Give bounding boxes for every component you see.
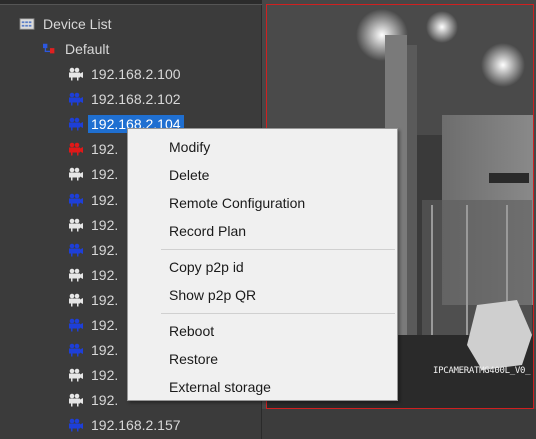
device-item[interactable]: 192. xyxy=(66,213,121,237)
device-ip-label: 192. xyxy=(91,266,119,283)
menu-item-show-p2p-qr[interactable]: Show p2p QR xyxy=(130,282,395,308)
menu-item-external-storage[interactable]: External storage xyxy=(130,374,395,400)
menu-separator xyxy=(161,249,395,250)
device-item[interactable]: 192. xyxy=(66,313,121,337)
video-osd-text: IPCAMERATMG400L_V0_ xyxy=(433,366,531,376)
menu-item-remote-configuration[interactable]: Remote Configuration xyxy=(130,190,395,216)
camera-icon xyxy=(69,168,83,181)
device-item[interactable]: 192. xyxy=(66,338,121,362)
video-bottom-bar xyxy=(262,409,536,439)
device-ip-label: 192.168.2.102 xyxy=(91,91,181,108)
menu-item-modify[interactable]: Modify xyxy=(130,134,395,160)
device-item[interactable]: 192.168.2.100 xyxy=(66,62,184,86)
camera-icon xyxy=(69,193,83,206)
menu-item-reboot[interactable]: Reboot xyxy=(130,318,395,344)
group-icon xyxy=(43,43,55,54)
camera-icon xyxy=(69,393,83,407)
camera-icon xyxy=(69,142,83,156)
tree-group-default[interactable]: Default xyxy=(42,37,112,61)
device-item[interactable]: 192. xyxy=(66,238,121,262)
device-item[interactable]: 192. xyxy=(66,388,121,412)
tree-group-label: Default xyxy=(65,41,110,57)
device-ip-label: 192. xyxy=(91,342,119,359)
menu-item-record-plan[interactable]: Record Plan xyxy=(130,218,395,244)
tree-top-strip xyxy=(0,0,262,5)
camera-icon xyxy=(69,419,83,432)
device-item[interactable]: 192. xyxy=(66,188,121,212)
device-item[interactable]: 192. xyxy=(66,162,121,186)
tree-root-label: Device List xyxy=(43,16,112,32)
device-ip-label: 192.168.2.100 xyxy=(91,66,181,82)
device-item[interactable]: 192. xyxy=(66,288,121,312)
camera-icon xyxy=(69,67,83,81)
tree-root-device-list[interactable]: Device List xyxy=(18,12,114,36)
device-context-menu: Modify Delete Remote Configuration Record P… xyxy=(127,128,398,401)
menu-item-restore[interactable]: Restore xyxy=(130,346,395,372)
device-ip-label: 192. xyxy=(91,392,119,409)
device-item[interactable]: 192.168.2.102 xyxy=(66,87,184,111)
device-list-icon xyxy=(19,18,35,30)
menu-item-delete[interactable]: Delete xyxy=(130,162,395,188)
camera-icon xyxy=(69,368,83,382)
camera-icon xyxy=(69,293,83,307)
menu-separator xyxy=(161,313,395,314)
device-ip-label: 192. xyxy=(91,241,119,258)
device-ip-label: 192. xyxy=(91,216,119,233)
device-ip-label: 192.168.2.157 xyxy=(91,417,181,434)
device-ip-label: 192. xyxy=(91,291,119,308)
device-item[interactable]: 192. xyxy=(66,137,121,161)
camera-icon xyxy=(69,243,83,257)
camera-icon xyxy=(69,218,83,232)
camera-icon xyxy=(69,117,83,131)
device-ip-label: 192. xyxy=(91,166,119,183)
camera-icon xyxy=(69,318,83,332)
camera-icon xyxy=(69,92,83,106)
device-ip-label: 192. xyxy=(91,141,119,158)
device-item[interactable]: 192. xyxy=(66,263,121,287)
camera-icon xyxy=(69,343,83,357)
device-item[interactable]: 192. xyxy=(66,363,121,387)
device-item[interactable]: 192.168.2.157 xyxy=(66,413,184,437)
device-ip-label: 192. xyxy=(91,317,119,333)
menu-item-copy-p2p-id[interactable]: Copy p2p id xyxy=(130,254,395,280)
device-ip-label: 192. xyxy=(91,367,119,384)
device-ip-label: 192. xyxy=(91,191,119,208)
camera-icon xyxy=(69,268,83,282)
